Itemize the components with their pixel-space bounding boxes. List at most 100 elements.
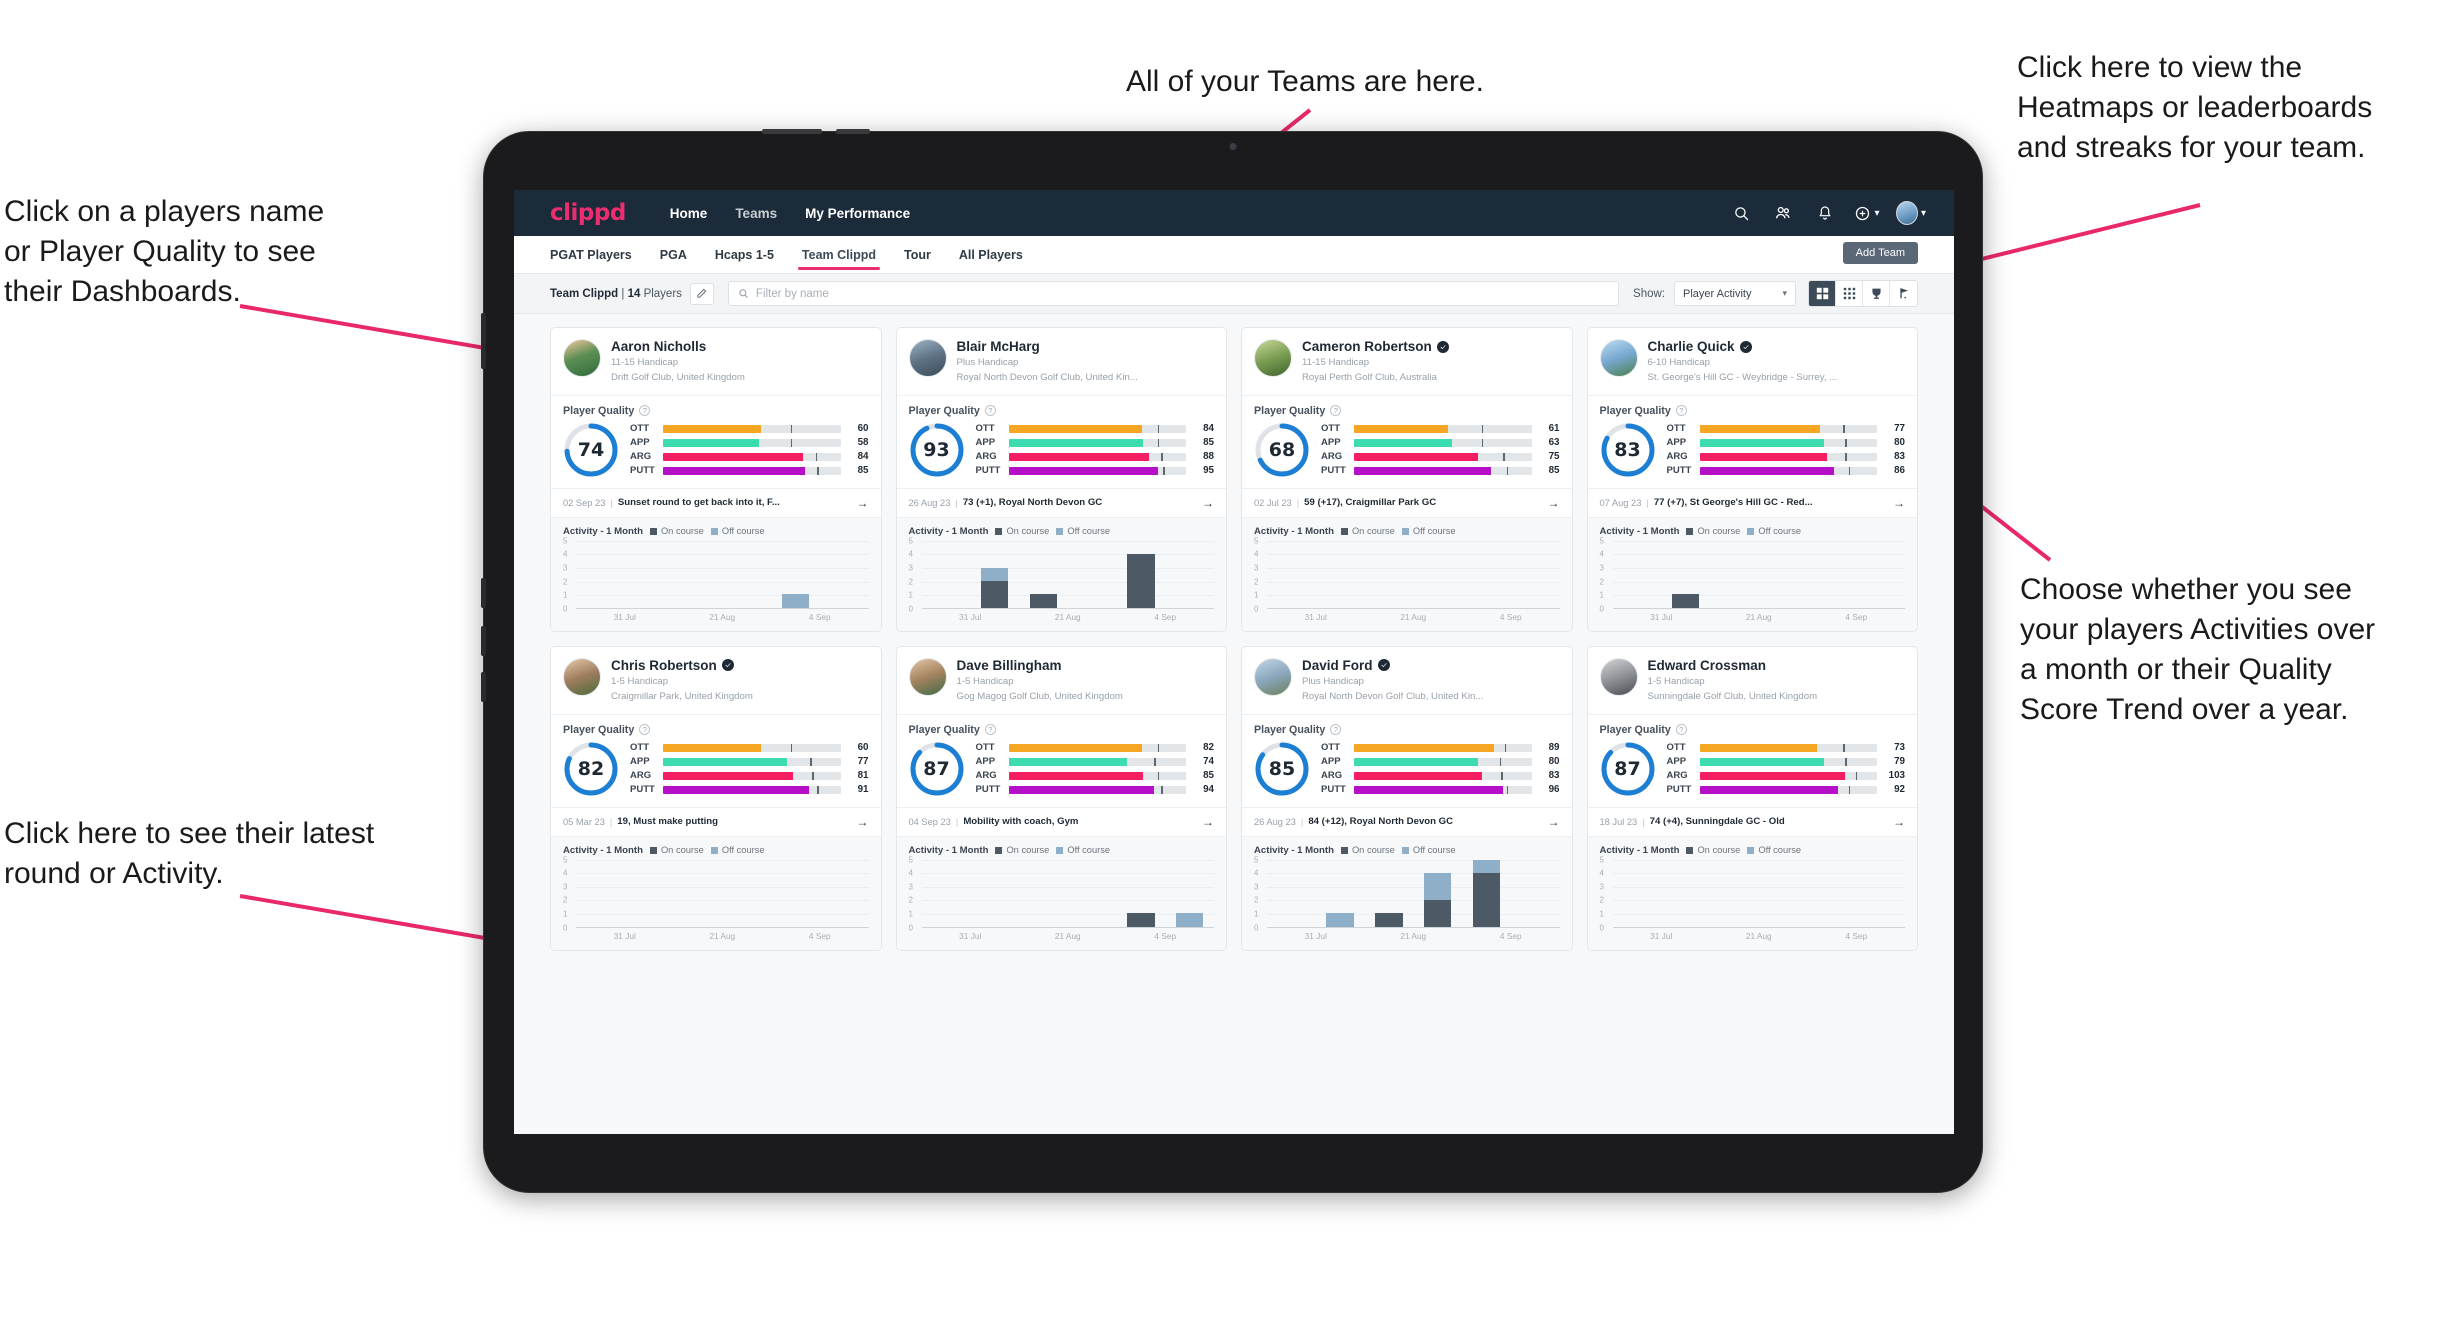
pencil-icon[interactable] [689,282,714,305]
search-input[interactable] [755,287,1610,300]
clippd-logo[interactable]: clippd [550,200,626,226]
metric-bar-fill [1699,466,1835,475]
activity-bar[interactable] [1472,859,1501,927]
player-name-row[interactable]: David Ford [1302,658,1483,673]
player-name[interactable]: Blair McHarg [957,339,1040,354]
help-icon[interactable]: ? [1330,724,1342,736]
nav-link-teams[interactable]: Teams [735,206,777,221]
activity-bar[interactable] [1175,913,1204,927]
grid-view-icon[interactable] [1836,281,1863,306]
arrow-right-icon[interactable]: → [1202,496,1214,510]
nav-link-my-performance[interactable]: My Performance [805,206,910,221]
player-card[interactable]: Aaron Nicholls 11-15 Handicap Drift Golf C… [550,327,882,632]
player-name-row[interactable]: Charlie Quick [1648,339,1838,354]
player-name-row[interactable]: Cameron Robertson [1302,339,1449,354]
show-select[interactable]: Player Activity ▾ [1674,281,1796,306]
player-card[interactable]: Chris Robertson 1-5 Handicap Craigmillar P… [550,645,882,951]
help-icon[interactable]: ? [1675,405,1687,417]
help-icon[interactable]: ? [639,724,651,736]
tab-pgat-players[interactable]: PGAT Players [550,236,632,274]
arrow-right-icon[interactable]: → [857,496,869,510]
y-axis-tick: 1 [1254,590,1259,600]
people-icon[interactable] [1768,198,1798,228]
tab-all-players[interactable]: All Players [959,236,1023,274]
player-quality-section[interactable]: Player Quality? 68 OTT 61 APP 63 ARG 75 PUTT 85 [1242,394,1572,488]
tab-team-clippd[interactable]: Team Clippd [797,236,881,274]
latest-round-row[interactable]: 02 Sep 23 | Sunset round to get back into … [551,487,881,517]
tab-tour[interactable]: Tour [904,236,931,274]
arrow-right-icon[interactable]: → [1548,496,1560,510]
activity-bar[interactable] [1375,913,1403,927]
activity-bar[interactable] [1671,594,1700,608]
plus-circle-icon[interactable]: ▾ [1852,198,1882,228]
player-name[interactable]: Cameron Robertson [1302,339,1432,354]
activity-bar[interactable] [1127,554,1155,608]
bell-icon[interactable] [1810,198,1840,228]
add-team-button[interactable]: Add Team [1842,242,1918,264]
avatar-menu[interactable]: ▾ [1896,198,1926,228]
latest-round-row[interactable]: 04 Sep 23 | Mobility with coach, Gym → [896,806,1226,836]
search-icon[interactable] [1726,198,1756,228]
player-card[interactable]: Dave Billingham 1-5 Handicap Gog Magog Gol… [895,645,1227,951]
player-name[interactable]: Charlie Quick [1648,339,1735,354]
tab-hcaps-1-5[interactable]: Hcaps 1-5 [715,236,774,274]
course-flag-view-icon[interactable] [1890,281,1917,306]
arrow-right-icon[interactable]: → [857,815,869,829]
legend-on-course: On course [1686,526,1740,536]
dashboard-view-icon[interactable] [1809,281,1836,306]
activity-bar[interactable] [980,567,1009,608]
player-quality-section[interactable]: Player Quality? 87 OTT 73 APP 79 ARG 103 PUTT 92 [1587,713,1917,807]
latest-round-row[interactable]: 18 Jul 23 | 74 (+4), Sunningdale GC - Old → [1587,806,1917,836]
round-description: 19, Must make putting [617,816,719,828]
player-name-row[interactable]: Aaron Nicholls [611,339,745,354]
activity-bar[interactable] [1029,594,1058,608]
player-name-row[interactable]: Edward Crossman [1648,658,1818,673]
player-name[interactable]: Dave Billingham [957,658,1062,673]
activity-bar[interactable] [1326,913,1354,927]
player-quality-section[interactable]: Player Quality? 83 OTT 77 APP 80 ARG 83 PUTT 86 [1587,394,1917,488]
help-icon[interactable]: ? [984,724,996,736]
player-quality-section[interactable]: Player Quality? 85 OTT 89 APP 80 ARG 83 PUTT 96 [1242,713,1572,807]
help-icon[interactable]: ? [1675,724,1687,736]
player-card-header: David Ford Plus Handicap Royal North Devon… [1242,647,1572,714]
player-quality-section[interactable]: Player Quality? 74 OTT 60 APP 58 ARG 84 PUTT 85 [551,394,881,488]
player-name[interactable]: David Ford [1302,658,1373,673]
arrow-right-icon[interactable]: → [1548,815,1560,829]
help-icon[interactable]: ? [984,405,996,417]
player-quality-section[interactable]: Player Quality? 87 OTT 82 APP 74 ARG 85 PUTT 94 [896,713,1226,807]
player-name-row[interactable]: Chris Robertson [611,658,753,673]
activity-bar[interactable] [1423,873,1452,927]
help-icon[interactable]: ? [1330,405,1342,417]
help-icon[interactable]: ? [639,405,651,417]
player-quality-section[interactable]: Player Quality? 93 OTT 84 APP 85 ARG 88 PUTT 95 [896,394,1226,488]
arrow-right-icon[interactable]: → [1893,815,1905,829]
x-axis-line [1612,607,1905,609]
player-name-row[interactable]: Dave Billingham [957,658,1123,673]
player-name[interactable]: Chris Robertson [611,658,717,673]
arrow-right-icon[interactable]: → [1893,496,1905,510]
chart-bars [922,860,1215,927]
latest-round-row[interactable]: 07 Aug 23 | 77 (+7), St George's Hill GC -… [1587,487,1917,517]
latest-round-row[interactable]: 26 Aug 23 | 84 (+12), Royal North Devon GC… [1242,806,1572,836]
activity-bar[interactable] [781,594,810,608]
activity-bar[interactable] [1127,913,1155,927]
player-card[interactable]: David Ford Plus Handicap Royal North Devon… [1241,645,1573,951]
search-field[interactable] [727,281,1620,306]
tab-pga[interactable]: PGA [660,236,687,274]
metric-benchmark-tick [790,438,793,447]
player-card[interactable]: Blair McHarg Plus Handicap Royal North Dev… [895,327,1227,632]
player-card[interactable]: Charlie Quick 6-10 Handicap St. George's H… [1586,327,1918,632]
player-name[interactable]: Edward Crossman [1648,658,1767,673]
trophy-view-icon[interactable] [1863,281,1890,306]
nav-link-home[interactable]: Home [670,206,708,221]
arrow-right-icon[interactable]: → [1202,815,1214,829]
player-name-row[interactable]: Blair McHarg [957,339,1138,354]
latest-round-row[interactable]: 02 Jul 23 | 59 (+17), Craigmillar Park GC → [1242,487,1572,517]
player-card[interactable]: Edward Crossman 1-5 Handicap Sunningdale G… [1586,645,1918,951]
player-quality-section[interactable]: Player Quality? 82 OTT 60 APP 77 ARG 81 PUTT 91 [551,713,881,807]
player-name[interactable]: Aaron Nicholls [611,339,706,354]
metric-label: PUTT [1321,784,1346,796]
latest-round-row[interactable]: 05 Mar 23 | 19, Must make putting → [551,806,881,836]
player-card[interactable]: Cameron Robertson 11-15 Handicap Royal Per… [1241,327,1573,632]
latest-round-row[interactable]: 26 Aug 23 | 73 (+1), Royal North Devon GC → [896,487,1226,517]
